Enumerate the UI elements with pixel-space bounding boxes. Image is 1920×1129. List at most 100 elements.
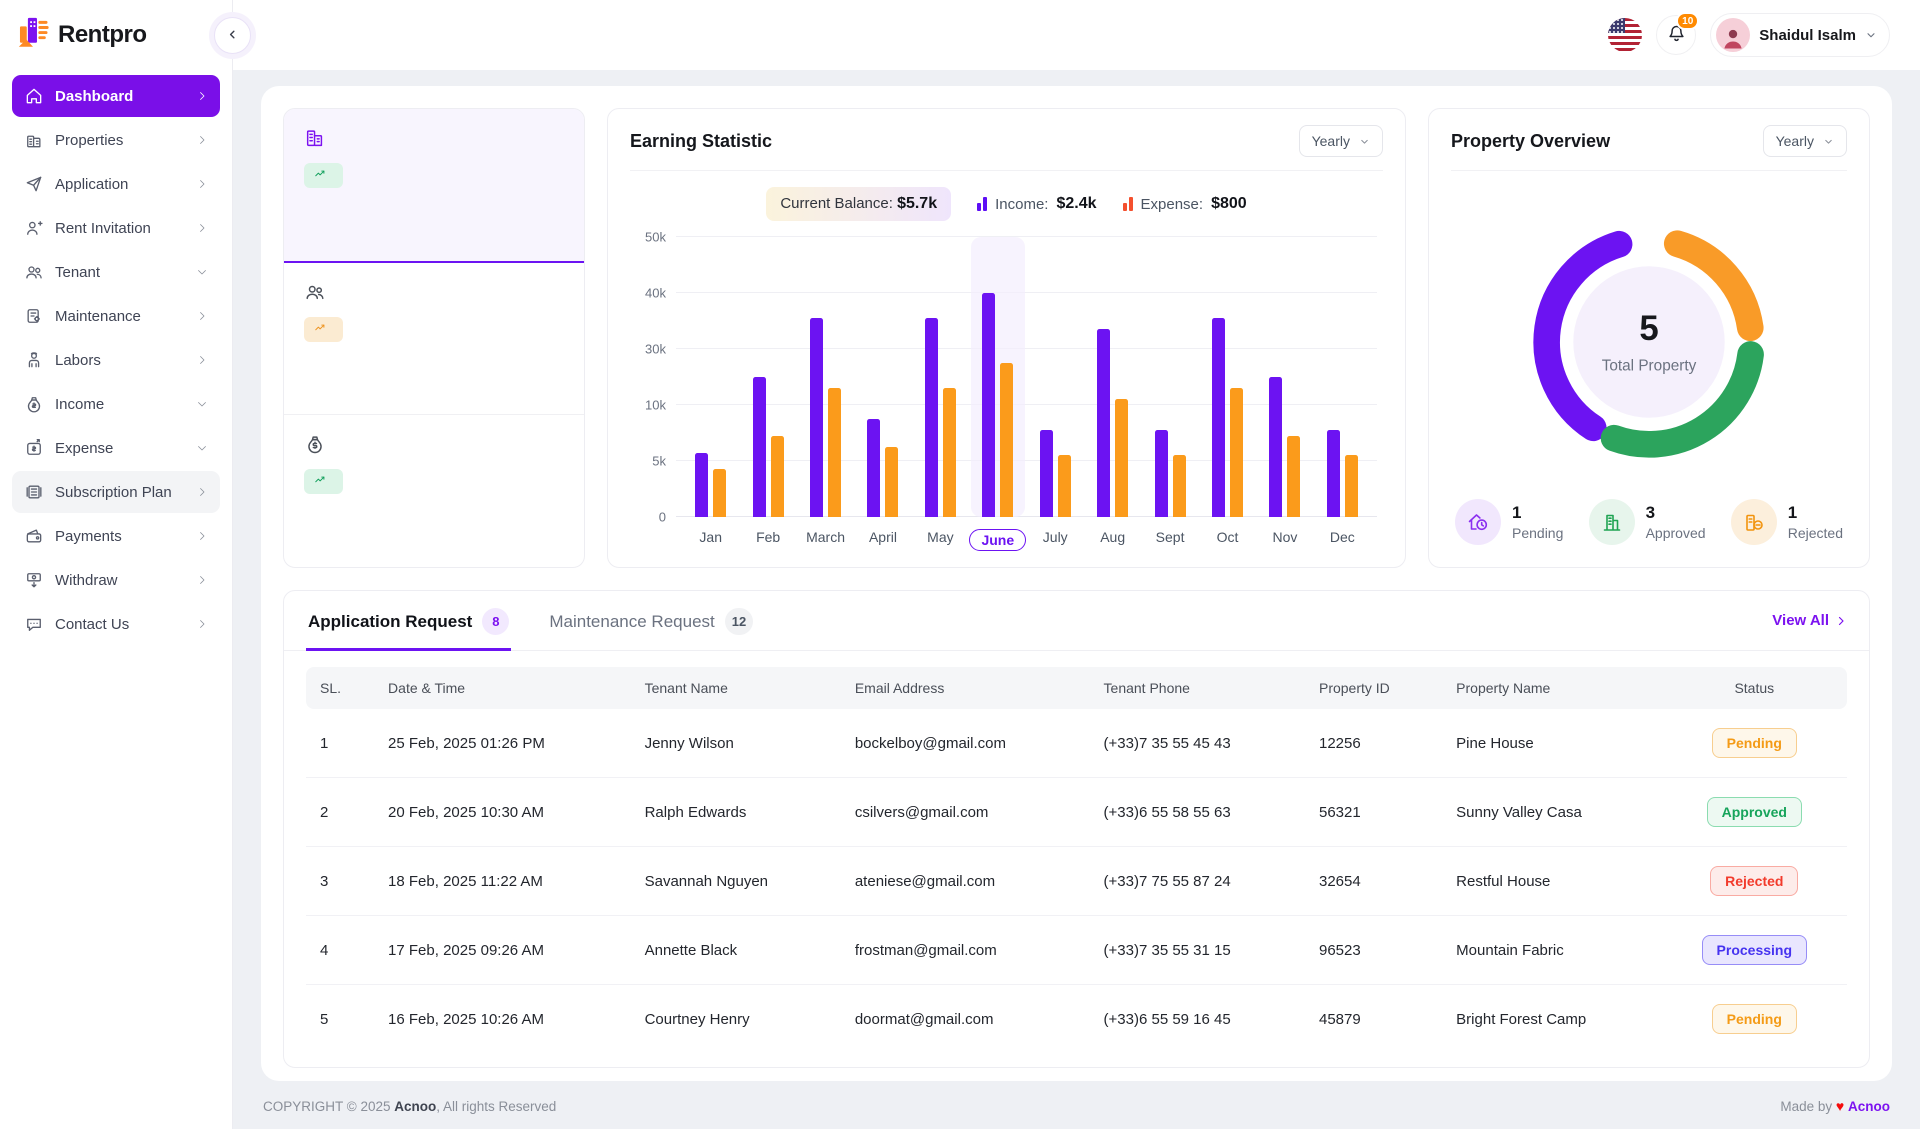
table-row: 516 Feb, 2025 10:26 AMCourtney Henrydoor… — [306, 985, 1847, 1054]
overview-stat-value: 3 — [1646, 503, 1706, 523]
tab-maintenance-request[interactable]: Maintenance Request 12 — [547, 591, 755, 651]
sidebar-item-label: Payments — [55, 528, 185, 545]
cell-email: bockelboy@gmail.com — [841, 709, 1090, 778]
cell-date: 17 Feb, 2025 09:26 AM — [374, 916, 631, 985]
cell-tenant: Annette Black — [631, 916, 841, 985]
chevron-down-icon — [196, 266, 208, 278]
sidebar-item-label: Contact Us — [55, 616, 185, 633]
cell-property-name: Mountain Fabric — [1442, 916, 1661, 985]
chevron-right-icon — [196, 574, 208, 586]
made-by-text: Made by ♥ Acnoo — [1780, 1098, 1890, 1114]
chevron-right-icon — [196, 222, 208, 234]
sidebar-item-income[interactable]: Income — [12, 383, 220, 425]
cell-date: 25 Feb, 2025 01:26 PM — [374, 709, 631, 778]
sidebar-item-expense[interactable]: Expense — [12, 427, 220, 469]
maintenance-icon — [24, 306, 44, 326]
tab-count-badge: 8 — [482, 608, 509, 635]
sidebar-item-label: Expense — [55, 440, 185, 457]
overview-period-select[interactable]: Yearly — [1763, 125, 1847, 157]
column-header-tenant-phone: Tenant Phone — [1090, 667, 1305, 709]
sidebar-item-withdraw[interactable]: Withdraw — [12, 559, 220, 601]
acnoo-link[interactable]: Acnoo — [1848, 1099, 1890, 1114]
language-flag-button[interactable] — [1608, 18, 1642, 52]
expense-bar — [828, 388, 841, 517]
x-axis-label-june: June — [969, 529, 1026, 551]
chart-month-nov — [1256, 237, 1313, 517]
income-bar — [695, 453, 708, 517]
requests-tabs: Application Request8 Maintenance Request 1… — [306, 591, 755, 650]
topbar: 10 Shaidul Isalm — [233, 0, 1920, 70]
tab-application-request[interactable]: Application Request8 — [306, 591, 511, 651]
property-overview-card: Property Overview Yearly — [1428, 108, 1870, 568]
table-row: 125 Feb, 2025 01:26 PMJenny Wilsonbockel… — [306, 709, 1847, 778]
stat-trend-badge — [304, 163, 343, 188]
user-name: Shaidul Isalm — [1759, 27, 1856, 44]
earning-period-select[interactable]: Yearly — [1299, 125, 1383, 157]
expense-icon — [24, 438, 44, 458]
legend-expense: Expense: $800 — [1123, 195, 1247, 213]
stat-trend-badge — [304, 469, 343, 494]
income-bar — [867, 419, 880, 517]
sidebar-item-properties[interactable]: Properties — [12, 119, 220, 161]
cell-sl: 2 — [306, 778, 374, 847]
chart-month-march — [797, 237, 854, 517]
notification-count-badge: 10 — [1676, 12, 1699, 30]
tab-count-badge: 12 — [725, 608, 753, 635]
expense-bar — [1058, 455, 1071, 517]
earning-statistic-title: Earning Statistic — [630, 131, 772, 152]
expense-bar — [885, 447, 898, 517]
income-bar — [1212, 318, 1225, 517]
chart-month-jan — [682, 237, 739, 517]
income-bar — [1097, 329, 1110, 517]
cell-sl: 3 — [306, 847, 374, 916]
sidebar-item-rent-invitation[interactable]: Rent Invitation — [12, 207, 220, 249]
cell-email: frostman@gmail.com — [841, 916, 1090, 985]
overview-stats-row: 1Pending3Approved1Rejected — [1451, 495, 1847, 553]
us-flag-icon — [1608, 18, 1625, 33]
view-all-link[interactable]: View All — [1772, 612, 1847, 629]
sidebar-item-application[interactable]: Application — [12, 163, 220, 205]
cell-tenant: Courtney Henry — [631, 985, 841, 1054]
sidebar-item-labors[interactable]: Labors — [12, 339, 220, 381]
cell-property-name: Sunny Valley Casa — [1442, 778, 1661, 847]
cell-sl: 5 — [306, 985, 374, 1054]
income-bar — [982, 293, 995, 517]
chevron-down-icon — [1865, 29, 1877, 41]
tab-label: Maintenance Request — [549, 612, 714, 632]
sidebar-item-subscription-plan[interactable]: Subscription Plan — [12, 471, 220, 513]
building-check-icon — [1589, 499, 1635, 545]
chevron-left-icon — [226, 27, 239, 44]
status-badge: Rejected — [1710, 866, 1798, 896]
x-axis-label-july: July — [1027, 529, 1084, 551]
overview-stat-rejected: 1Rejected — [1731, 499, 1843, 545]
sidebar-item-dashboard[interactable]: Dashboard — [12, 75, 220, 117]
income-bar — [1327, 430, 1340, 517]
x-axis-label-jan: Jan — [682, 529, 739, 551]
contact-icon — [24, 614, 44, 634]
table-row: 220 Feb, 2025 10:30 AMRalph Edwardscsilv… — [306, 778, 1847, 847]
sidebar-item-maintenance[interactable]: Maintenance — [12, 295, 220, 337]
requests-table: SL.Date & TimeTenant NameEmail AddressTe… — [306, 667, 1847, 1053]
copyright-text: COPYRIGHT © 2025 Acnoo, All rights Reser… — [263, 1099, 556, 1114]
notifications-button[interactable]: 10 — [1656, 15, 1696, 55]
cell-date: 16 Feb, 2025 10:26 AM — [374, 985, 631, 1054]
sidebar-item-payments[interactable]: Payments — [12, 515, 220, 557]
x-axis-labels: JanFebMarchAprilMayJuneJulyAugSeptOctNov… — [676, 529, 1377, 551]
sidebar-collapse-button[interactable] — [214, 17, 251, 54]
sidebar-item-label: Rent Invitation — [55, 220, 185, 237]
chevron-down-icon — [1823, 136, 1834, 147]
user-menu[interactable]: Shaidul Isalm — [1710, 13, 1890, 57]
y-axis-tick: 5k — [630, 454, 666, 469]
chevron-right-icon — [196, 618, 208, 630]
sidebar-item-contact-us[interactable]: Contact Us — [12, 603, 220, 645]
cell-email: doormat@gmail.com — [841, 985, 1090, 1054]
sidebar-item-tenant[interactable]: Tenant — [12, 251, 220, 293]
column-header-property-id: Property ID — [1305, 667, 1442, 709]
x-axis-label-aug: Aug — [1084, 529, 1141, 551]
brand-logo[interactable]: Rentpro — [0, 0, 232, 67]
requests-card: Application Request8 Maintenance Request 1… — [283, 590, 1870, 1068]
properties-icon — [24, 130, 44, 150]
y-axis-tick: 0 — [630, 510, 666, 525]
dashboard-board: Earning Statistic Yearly Current Balance… — [261, 86, 1892, 1081]
column-header-property-name: Property Name — [1442, 667, 1661, 709]
